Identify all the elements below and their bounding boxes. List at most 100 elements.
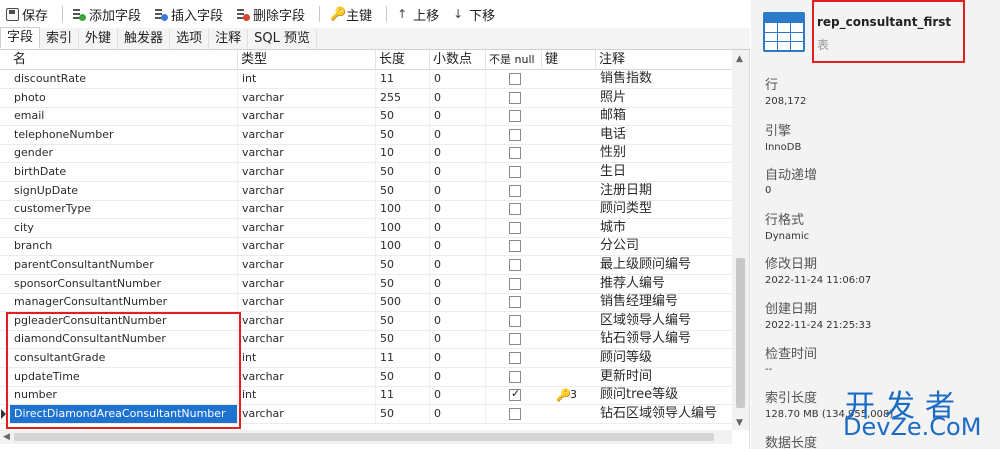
cell-name[interactable]: email [10,107,238,126]
cell-decimals[interactable]: 0 [430,125,486,144]
save-button[interactable]: 保存 [6,5,48,24]
table-row[interactable]: discountRate int 11 0 销售指数 [0,70,732,89]
cell-type[interactable]: varchar [238,200,376,219]
cell-decimals[interactable]: 0 [430,200,486,219]
cell-type[interactable]: varchar [238,330,376,349]
cell-comment[interactable]: 更新时间 [596,368,732,386]
table-row[interactable]: gender varchar 10 0 性别 [0,144,732,164]
cell-length[interactable]: 50 [376,367,430,386]
cell-comment[interactable]: 性别 [596,144,732,162]
column-header-length[interactable]: 长度 [376,50,430,70]
cell-comment[interactable]: 区域领导人编号 [596,312,732,330]
not-null-checkbox[interactable] [509,333,521,346]
cell-decimals[interactable]: 0 [430,144,486,163]
cell-type[interactable]: varchar [238,237,376,256]
cell-type[interactable]: varchar [238,367,376,386]
not-null-checkbox[interactable] [509,73,521,85]
cell-name[interactable]: city [10,218,238,237]
scroll-down-icon[interactable]: ▼ [736,418,743,428]
move-up-button[interactable]: ↑ 上移 [397,5,439,24]
cell-comment[interactable]: 照片 [596,89,732,107]
cell-name[interactable]: customerType [10,200,238,219]
cell-decimals[interactable]: 0 [430,330,486,349]
cell-length[interactable]: 50 [376,311,430,330]
cell-comment[interactable]: 分公司 [596,237,732,255]
cell-type[interactable]: varchar [238,274,376,293]
table-row[interactable]: updateTime varchar 50 0 更新时间 [0,367,732,387]
cell-name[interactable]: parentConsultantNumber [10,256,238,274]
cell-decimals[interactable]: 0 [430,70,486,88]
cell-length[interactable]: 50 [376,404,430,423]
cell-decimals[interactable]: 0 [430,404,486,423]
cell-type[interactable]: int [238,70,376,88]
cell-length[interactable]: 11 [376,386,430,405]
table-row[interactable]: parentConsultantNumber varchar 50 0 最上级顾问编号 [0,256,732,275]
tab-fields[interactable]: 字段 [0,27,41,49]
vertical-scrollbar[interactable]: ▲ ▼ [732,50,749,430]
table-row[interactable]: branch varchar 100 0 分公司 [0,237,732,257]
delete-field-button[interactable]: 删除字段 [237,5,305,24]
add-field-button[interactable]: 添加字段 [73,5,141,24]
cell-name[interactable]: managerConsultantNumber [10,293,238,312]
cell-type[interactable]: varchar [238,163,376,181]
cell-type[interactable]: int [238,386,376,405]
tab-sql-preview[interactable]: SQL 预览 [248,29,317,49]
tab-indexes[interactable]: 索引 [40,29,80,49]
cell-name[interactable]: branch [10,237,238,256]
not-null-checkbox[interactable] [509,203,521,216]
cell-length[interactable]: 255 [376,88,430,107]
cell-length[interactable]: 50 [376,181,430,200]
column-header-decimals[interactable]: 小数点 [430,50,486,70]
cell-decimals[interactable]: 0 [430,256,486,274]
cell-length[interactable]: 100 [376,237,430,256]
cell-comment[interactable]: 钻石区域领导人编号 [596,405,732,423]
cell-name[interactable]: DirectDiamondAreaConsultantNumber [10,404,238,423]
column-header-type[interactable]: 类型 [238,50,376,70]
cell-name[interactable]: consultantGrade [10,349,238,367]
move-down-button[interactable]: ↓ 下移 [453,5,495,24]
cell-comment[interactable]: 推荐人编号 [596,275,732,293]
cell-length[interactable]: 500 [376,293,430,312]
cell-decimals[interactable]: 0 [430,237,486,256]
column-header-not-null[interactable]: 不是 null [486,50,542,70]
cell-comment[interactable]: 最上级顾问编号 [596,256,732,274]
not-null-checkbox[interactable] [509,128,521,141]
table-row[interactable]: telephoneNumber varchar 50 0 电话 [0,125,732,145]
cell-name[interactable]: photo [10,88,238,107]
cell-decimals[interactable]: 0 [430,367,486,386]
insert-field-button[interactable]: 插入字段 [155,5,223,24]
cell-comment[interactable]: 顾问类型 [596,200,732,218]
cell-length[interactable]: 100 [376,200,430,219]
cell-decimals[interactable]: 0 [430,349,486,367]
vertical-scroll-thumb[interactable] [736,258,745,408]
tab-options[interactable]: 选项 [170,29,210,49]
cell-type[interactable]: varchar [238,88,376,107]
cell-length[interactable]: 10 [376,144,430,163]
cell-comment[interactable]: 顾问等级 [596,349,732,367]
not-null-checkbox[interactable] [509,240,521,253]
table-row[interactable]: consultantGrade int 11 0 顾问等级 [0,349,732,368]
table-row[interactable]: signUpDate varchar 50 0 注册日期 [0,181,732,201]
cell-length[interactable]: 50 [376,125,430,144]
tab-foreign-keys[interactable]: 外键 [79,29,119,49]
table-row[interactable]: birthDate varchar 50 0 生日 [0,163,732,182]
cell-comment[interactable]: 电话 [596,126,732,144]
cell-length[interactable]: 50 [376,107,430,126]
cell-type[interactable]: varchar [238,404,376,423]
cell-type[interactable]: varchar [238,125,376,144]
cell-comment[interactable]: 钻石领导人编号 [596,330,732,348]
cell-comment[interactable]: 销售指数 [596,70,732,88]
table-row[interactable]: DirectDiamondAreaConsultantNumber varchar… [0,404,732,424]
cell-decimals[interactable]: 0 [430,293,486,312]
horizontal-scrollbar[interactable]: ◀ [0,430,732,444]
table-row[interactable]: email varchar 50 0 邮箱 [0,107,732,127]
cell-type[interactable]: varchar [238,293,376,312]
table-row[interactable]: sponsorConsultantNumber varchar 50 0 推荐人编号 [0,274,732,294]
cell-type[interactable]: varchar [238,256,376,274]
not-null-checkbox[interactable] [509,91,521,104]
column-header-key[interactable]: 键 [542,50,596,70]
primary-key-button[interactable]: 🔑 主键 [330,5,372,24]
tab-triggers[interactable]: 触发器 [118,29,171,49]
horizontal-scroll-thumb[interactable] [14,433,714,441]
column-header-name[interactable]: 名 [10,50,238,70]
